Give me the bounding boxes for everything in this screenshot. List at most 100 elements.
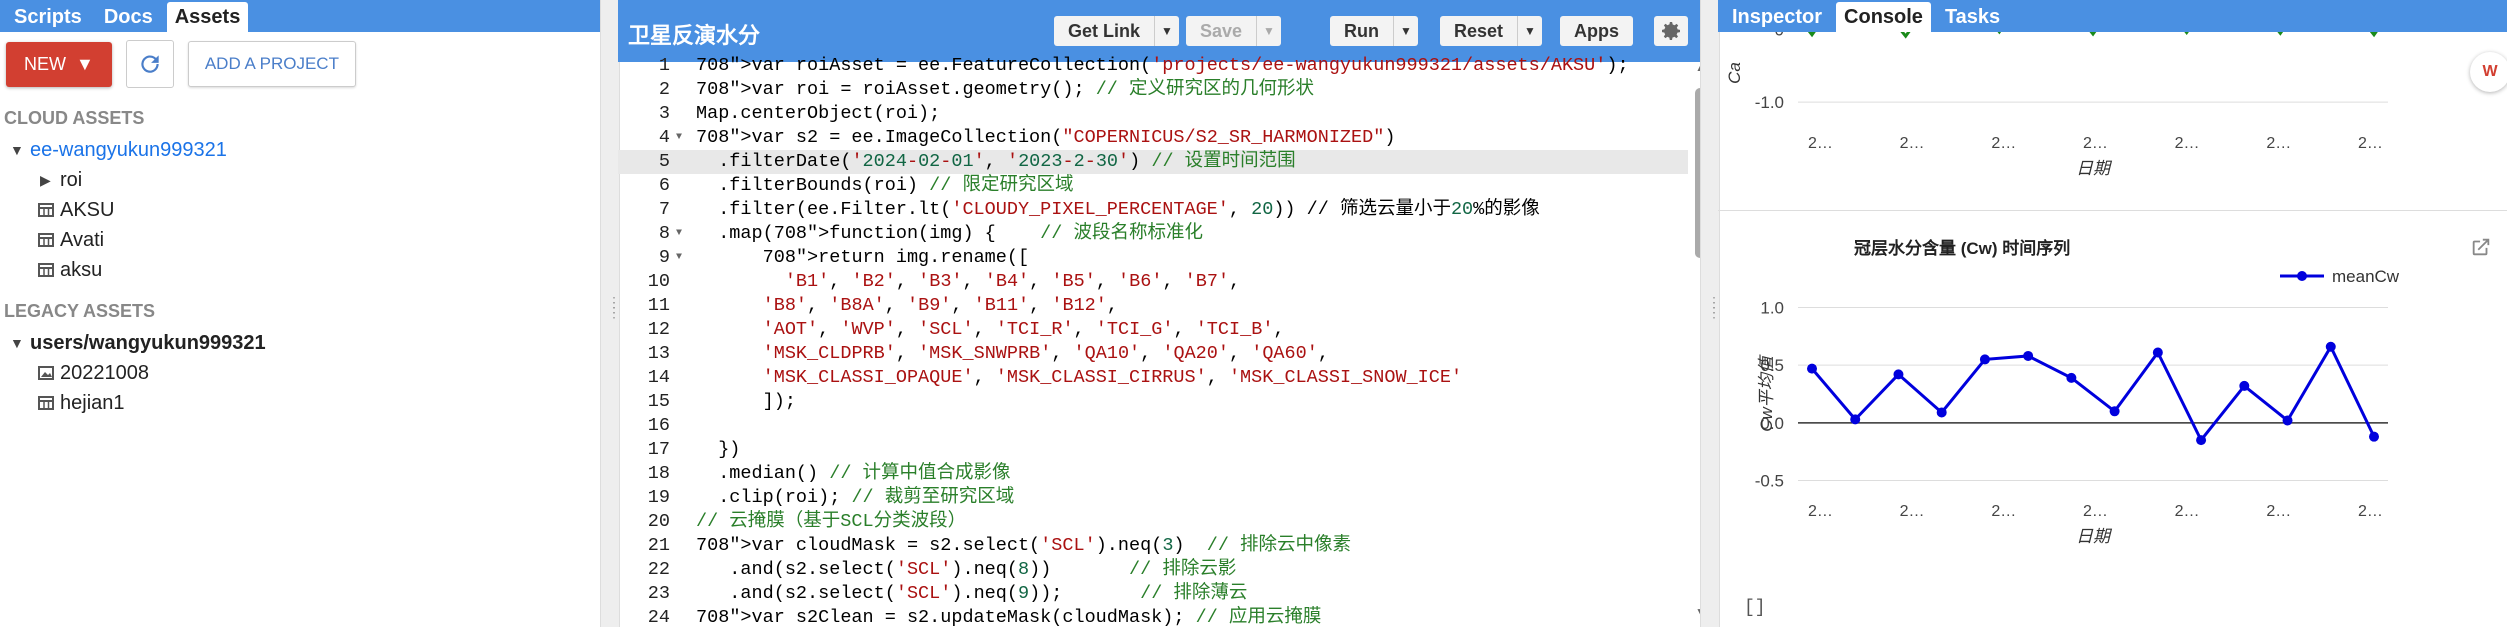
- code-line[interactable]: 21 708">var cloudMask = s2.select('SCL').…: [618, 534, 1688, 558]
- right-splitter[interactable]: ⋮ ⋮ ⋮: [1700, 0, 1721, 627]
- reset-button[interactable]: Reset ▼: [1440, 16, 1542, 46]
- code-line[interactable]: 12 'AOT', 'WVP', 'SCL', 'TCI_R', 'TCI_G'…: [618, 318, 1688, 342]
- chevron-down-icon[interactable]: ▼: [1517, 16, 1542, 46]
- new-button[interactable]: NEW ▼: [6, 41, 112, 87]
- tab-inspector[interactable]: Inspector: [1724, 2, 1830, 32]
- tab-scripts[interactable]: Scripts: [6, 2, 90, 32]
- code-text: 'B1', 'B2', 'B3', 'B4', 'B5', 'B6', 'B7'…: [784, 271, 1241, 292]
- legacy-user-label: users/wangyukun999321: [30, 331, 266, 354]
- y-tick-label: 1.0: [1760, 299, 1784, 318]
- line-number: 17: [647, 439, 670, 460]
- chart-previous: 0 -1.0 2… 2… 2… 2… 2… 2… 2… 日期 Ca: [1725, 16, 2388, 178]
- tree-node-20221008-image[interactable]: 20221008: [0, 358, 600, 388]
- settings-button[interactable]: [1654, 16, 1688, 46]
- tree-node-cloud-user[interactable]: ▼ ee-wangyukun999321: [0, 135, 600, 165]
- gutter-spacer: [676, 150, 688, 174]
- code-line[interactable]: 14 'MSK_CLASSI_OPAQUE', 'MSK_CLASSI_CIRR…: [618, 366, 1688, 390]
- line-number: 8: [658, 223, 670, 244]
- line-number: 6: [658, 175, 670, 196]
- run-button[interactable]: Run ▼: [1330, 16, 1418, 46]
- tree-node-aksu2-table[interactable]: aksu: [0, 255, 600, 285]
- tree-node-legacy-user[interactable]: ▼ users/wangyukun999321: [0, 328, 600, 358]
- tab-docs[interactable]: Docs: [96, 2, 161, 32]
- tree-node-hejian1-table[interactable]: hejian1: [0, 388, 600, 418]
- gutter-spacer: [676, 486, 688, 510]
- code-line[interactable]: 7 .filter(ee.Filter.lt('CLOUDY_PIXEL_PER…: [618, 198, 1688, 222]
- code-line[interactable]: 3 Map.centerObject(roi);: [618, 102, 1688, 126]
- chevron-down-icon[interactable]: ▼: [1154, 16, 1179, 46]
- line-number: 5: [658, 151, 670, 172]
- gutter-spacer: [676, 462, 688, 486]
- line-number: 19: [647, 487, 670, 508]
- x-tick-label: 2…: [2083, 135, 2108, 152]
- tree-node-avati-table[interactable]: Avati: [0, 225, 600, 255]
- fold-icon[interactable]: ▼: [676, 246, 688, 270]
- apps-label: Apps: [1574, 20, 1619, 41]
- gutter-spacer: [676, 78, 688, 102]
- code-line[interactable]: 17 }): [618, 438, 1688, 462]
- line-number: 7: [658, 199, 670, 220]
- chevron-down-icon[interactable]: ▼: [1393, 16, 1418, 46]
- refresh-button[interactable]: [125, 40, 174, 88]
- x-tick-label: 2…: [1808, 503, 1833, 520]
- code-line[interactable]: 19 .clip(roi); // 裁剪至研究区域: [618, 486, 1688, 510]
- tree-node-roi[interactable]: ▶ roi: [0, 165, 600, 195]
- code-line[interactable]: 16: [618, 414, 1688, 438]
- line-number: 9: [658, 247, 670, 268]
- tab-console[interactable]: Console: [1836, 2, 1931, 32]
- code-text: .clip(roi); // 裁剪至研究区域: [696, 487, 1015, 508]
- add-project-button[interactable]: ADD A PROJECT: [187, 41, 356, 87]
- asset-label: Avati: [60, 228, 105, 251]
- y-axis-title: Ca: [1725, 62, 1744, 84]
- line-number: 20: [647, 511, 670, 532]
- chart-card-previous: 0 -1.0 2… 2… 2… 2… 2… 2… 2… 日期 Ca: [1718, 16, 2507, 211]
- save-button[interactable]: Save ▼: [1186, 16, 1281, 46]
- gutter-spacer: [676, 534, 688, 558]
- get-link-button[interactable]: Get Link ▼: [1054, 16, 1179, 46]
- left-splitter[interactable]: ⋮ ⋮ ⋮: [600, 0, 621, 627]
- code-text: 'MSK_CLASSI_OPAQUE', 'MSK_CLASSI_CIRRUS'…: [762, 367, 1463, 388]
- code-text: Map.centerObject(roi);: [696, 103, 941, 124]
- chart-title: 冠层水分含量 (Cw) 时间序列: [1854, 238, 2070, 258]
- code-line[interactable]: 11 'B8', 'B8A', 'B9', 'B11', 'B12',: [618, 294, 1688, 318]
- gutter-spacer: [676, 606, 688, 627]
- code-line[interactable]: 1 708">var roiAsset = ee.FeatureCollectio…: [618, 54, 1688, 78]
- chevron-down-icon[interactable]: ▼: [1256, 16, 1281, 46]
- code-line[interactable]: 4 ▼ 708">var s2 = ee.ImageCollection("COPE…: [618, 126, 1688, 150]
- fold-icon[interactable]: ▼: [676, 126, 688, 150]
- reset-label: Reset: [1454, 20, 1504, 41]
- tab-tasks[interactable]: Tasks: [1937, 2, 2008, 32]
- code-line[interactable]: 5 .filterDate('2024-02-01', '2023-2-30')…: [618, 150, 1688, 174]
- code-line[interactable]: 2 708">var roi = roiAsset.geometry(); // …: [618, 78, 1688, 102]
- apps-button[interactable]: Apps: [1560, 16, 1633, 46]
- line-number: 12: [647, 319, 670, 340]
- code-text: .filter(ee.Filter.lt('CLOUDY_PIXEL_PERCE…: [696, 199, 1540, 220]
- code-line[interactable]: 9 ▼ 708">return img.rename([: [618, 246, 1688, 270]
- code-line[interactable]: 22 .and(s2.select('SCL').neq(8)) // 排除云影: [618, 558, 1688, 582]
- console-panel: Inspector Console Tasks 0 -1.0 2… 2… 2… 2… 2… 2…: [1718, 0, 2507, 627]
- gutter-spacer: [676, 438, 688, 462]
- code-line[interactable]: 6 .filterBounds(roi) // 限定研究区域: [618, 174, 1688, 198]
- open-in-new-icon[interactable]: [2470, 236, 2492, 258]
- code-line[interactable]: 23 .and(s2.select('SCL').neq(9)); // 排除薄…: [618, 582, 1688, 606]
- asset-label: AKSU: [60, 198, 115, 221]
- tree-node-aksu-table[interactable]: AKSU: [0, 195, 600, 225]
- code-line[interactable]: 15 ]);: [618, 390, 1688, 414]
- code-line[interactable]: 13 'MSK_CLDPRB', 'MSK_SNWPRB', 'QA10', '…: [618, 342, 1688, 366]
- tab-assets[interactable]: Assets: [166, 2, 249, 32]
- code-text: 'MSK_CLDPRB', 'MSK_SNWPRB', 'QA10', 'QA2…: [762, 343, 1329, 364]
- gutter-spacer: [676, 414, 688, 438]
- code-line[interactable]: 18 .median() // 计算中值合成影像: [618, 462, 1688, 486]
- code-area[interactable]: 1 708">var roiAsset = ee.FeatureCollectio…: [618, 54, 1688, 627]
- code-line[interactable]: 8 ▼ .map(708">function(img) { // 波段名称标准化: [618, 222, 1688, 246]
- get-link-label: Get Link: [1068, 20, 1141, 41]
- right-tabbar: Inspector Console Tasks: [1718, 0, 2507, 32]
- data-point: [1802, 19, 1824, 38]
- table-icon: [38, 203, 54, 217]
- code-line[interactable]: 10 'B1', 'B2', 'B3', 'B4', 'B5', 'B6', '…: [618, 270, 1688, 294]
- x-tick-label: 2…: [2175, 503, 2200, 520]
- code-line[interactable]: 20 // 云掩膜（基于SCL分类波段）: [618, 510, 1688, 534]
- code-line[interactable]: 24 708">var s2Clean = s2.updateMask(cloud…: [618, 606, 1688, 627]
- fold-icon[interactable]: ▼: [676, 222, 688, 246]
- extension-icon[interactable]: W: [2470, 52, 2507, 92]
